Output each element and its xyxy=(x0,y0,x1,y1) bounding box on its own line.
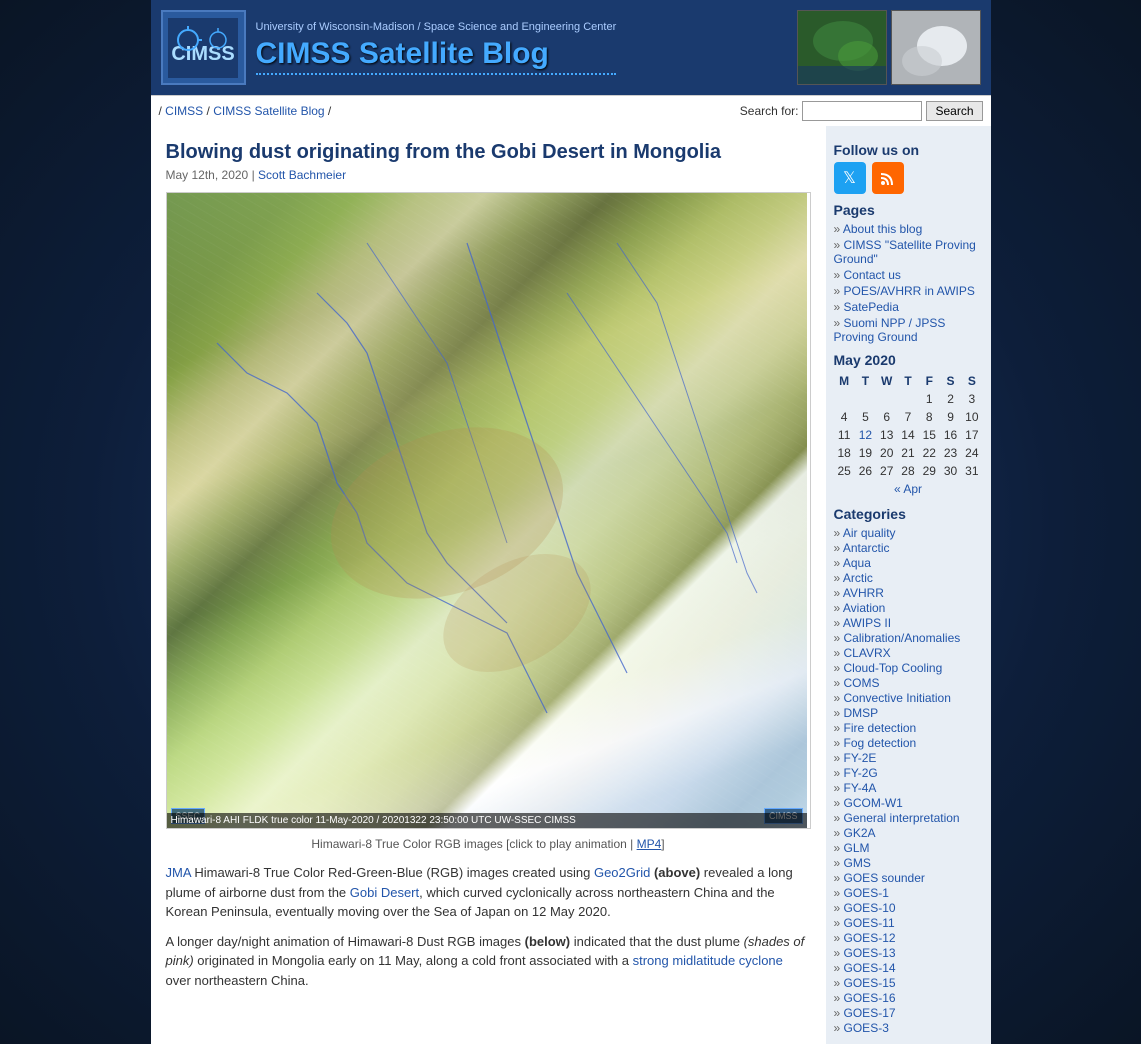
category-link[interactable]: Cloud-Top Cooling xyxy=(834,661,983,675)
breadcrumb: / CIMSS / CIMSS Satellite Blog / xyxy=(159,104,332,118)
main-content: Blowing dust originating from the Gobi D… xyxy=(151,126,826,1044)
calendar-day-link[interactable]: 12 xyxy=(859,428,872,442)
header-images xyxy=(797,10,981,85)
search-button[interactable]: Search xyxy=(926,101,982,121)
above-label: (above) xyxy=(654,865,700,880)
category-link[interactable]: GOES-11 xyxy=(834,916,983,930)
category-link[interactable]: Fog detection xyxy=(834,736,983,750)
category-link[interactable]: Aviation xyxy=(834,601,983,615)
category-link[interactable]: DMSP xyxy=(834,706,983,720)
image-caption: Himawari-8 True Color RGB images [click … xyxy=(166,837,811,851)
post-meta: May 12th, 2020 | Scott Bachmeier xyxy=(166,168,811,182)
cimss-link[interactable]: CIMSS xyxy=(165,104,203,118)
pages-list-item[interactable]: About this blog xyxy=(834,222,983,236)
calendar-body: 1234567891011121314151617181920212223242… xyxy=(834,390,983,480)
pages-list-item[interactable]: SatePedia xyxy=(834,300,983,314)
calendar-row: 18192021222324 xyxy=(834,444,983,462)
gobi-desert-link[interactable]: Gobi Desert xyxy=(350,885,419,900)
blog-link[interactable]: CIMSS Satellite Blog xyxy=(213,104,324,118)
category-link[interactable]: GOES-3 xyxy=(834,1021,983,1035)
category-link[interactable]: GOES-13 xyxy=(834,946,983,960)
pages-list-item[interactable]: Suomi NPP / JPSS Proving Ground xyxy=(834,316,983,344)
follow-title: Follow us on xyxy=(834,142,983,158)
category-link[interactable]: GMS xyxy=(834,856,983,870)
search-area: Search for: Search xyxy=(740,101,983,121)
geo2grid-link[interactable]: Geo2Grid xyxy=(594,865,650,880)
category-link[interactable]: General interpretation xyxy=(834,811,983,825)
image-bar-text: Himawari-8 AHI FLDK true color 11-May-20… xyxy=(171,815,576,826)
follow-icons: 𝕏 xyxy=(834,162,983,194)
site-header: CIMSS University of Wisconsin-Madison / … xyxy=(151,0,991,95)
pages-list-item[interactable]: POES/AVHRR in AWIPS xyxy=(834,284,983,298)
category-link[interactable]: Antarctic xyxy=(834,541,983,555)
category-link[interactable]: Convective Initiation xyxy=(834,691,983,705)
image-caption-bar: Himawari-8 AHI FLDK true color 11-May-20… xyxy=(167,813,807,828)
sidebar: Follow us on 𝕏 Pages About this xyxy=(826,126,991,1044)
jma-link[interactable]: JMA xyxy=(166,865,191,880)
calendar-row: 11121314151617 xyxy=(834,426,983,444)
category-link[interactable]: AVHRR xyxy=(834,586,983,600)
university-line: University of Wisconsin-Madison / Space … xyxy=(256,21,617,33)
nav-bar: / CIMSS / CIMSS Satellite Blog / Search … xyxy=(151,95,991,126)
categories-list: Air qualityAntarcticAquaArcticAVHRRAviat… xyxy=(834,526,983,1035)
calendar-title: May 2020 xyxy=(834,352,983,368)
calendar-row: 45678910 xyxy=(834,408,983,426)
post-paragraph-2: A longer day/night animation of Himawari… xyxy=(166,932,811,991)
cyclone-link[interactable]: strong midlatitude cyclone xyxy=(633,953,783,968)
pages-title: Pages xyxy=(834,202,983,218)
category-link[interactable]: GOES-17 xyxy=(834,1006,983,1020)
category-link[interactable]: GOES-15 xyxy=(834,976,983,990)
post-body: JMA Himawari-8 True Color Red-Green-Blue… xyxy=(166,863,811,990)
rss-icon[interactable] xyxy=(872,162,904,194)
header-satellite-image-2 xyxy=(891,10,981,85)
category-link[interactable]: GLM xyxy=(834,841,983,855)
calendar-row: 25262728293031 xyxy=(834,462,983,480)
category-link[interactable]: FY-2G xyxy=(834,766,983,780)
category-link[interactable]: Arctic xyxy=(834,571,983,585)
site-title: CIMSS Satellite Blog xyxy=(256,37,617,75)
category-link[interactable]: GOES-16 xyxy=(834,991,983,1005)
category-link[interactable]: CLAVRX xyxy=(834,646,983,660)
mp4-link[interactable]: MP4 xyxy=(637,837,662,851)
pages-list-item[interactable]: Contact us xyxy=(834,268,983,282)
post-image-container[interactable]: SSEC CIMSS Himawari-8 AHI FLDK true colo… xyxy=(166,192,811,829)
category-link[interactable]: Calibration/Anomalies xyxy=(834,631,983,645)
category-link[interactable]: GOES-14 xyxy=(834,961,983,975)
pages-list-item[interactable]: CIMSS "Satellite Proving Ground" xyxy=(834,238,983,266)
category-link[interactable]: Aqua xyxy=(834,556,983,570)
category-link[interactable]: GOES sounder xyxy=(834,871,983,885)
categories-title: Categories xyxy=(834,506,983,522)
search-label: Search for: xyxy=(740,104,799,118)
pages-list: About this blog CIMSS "Satellite Proving … xyxy=(834,222,983,344)
post-paragraph-1: JMA Himawari-8 True Color Red-Green-Blue… xyxy=(166,863,811,922)
post-author-link[interactable]: Scott Bachmeier xyxy=(258,168,346,182)
category-link[interactable]: GOES-12 xyxy=(834,931,983,945)
category-link[interactable]: AWIPS II xyxy=(834,616,983,630)
calendar-headers: MTWTFSS xyxy=(834,372,983,390)
post-date: May 12th, 2020 xyxy=(166,168,249,182)
category-link[interactable]: Fire detection xyxy=(834,721,983,735)
post-satellite-image[interactable]: SSEC CIMSS Himawari-8 AHI FLDK true colo… xyxy=(167,193,807,828)
category-link[interactable]: Air quality xyxy=(834,526,983,540)
calendar-row: 123 xyxy=(834,390,983,408)
calendar: MTWTFSS 12345678910111213141516171819202… xyxy=(834,372,983,498)
below-label: (below) xyxy=(525,934,571,949)
post-title: Blowing dust originating from the Gobi D… xyxy=(166,141,811,164)
category-link[interactable]: FY-2E xyxy=(834,751,983,765)
category-link[interactable]: COMS xyxy=(834,676,983,690)
header-text: University of Wisconsin-Madison / Space … xyxy=(256,21,617,75)
category-link[interactable]: GOES-10 xyxy=(834,901,983,915)
category-link[interactable]: GK2A xyxy=(834,826,983,840)
calendar-nav: « Apr xyxy=(834,480,983,498)
search-input[interactable] xyxy=(802,101,922,121)
logo[interactable]: CIMSS xyxy=(161,10,246,85)
header-satellite-image-1 xyxy=(797,10,887,85)
prev-month-link[interactable]: « Apr xyxy=(894,482,922,496)
category-link[interactable]: FY-4A xyxy=(834,781,983,795)
category-link[interactable]: GOES-1 xyxy=(834,886,983,900)
content-area: Blowing dust originating from the Gobi D… xyxy=(151,126,991,1044)
category-link[interactable]: GCOM-W1 xyxy=(834,796,983,810)
twitter-icon[interactable]: 𝕏 xyxy=(834,162,866,194)
